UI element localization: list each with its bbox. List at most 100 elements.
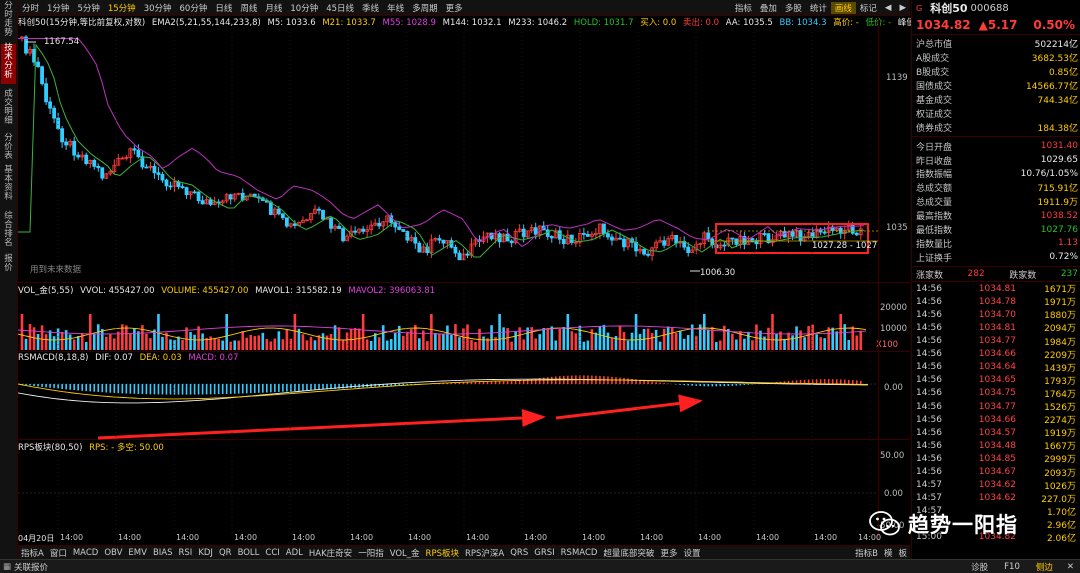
period-tab-active[interactable]: 15分钟 [104,2,140,14]
close-icon[interactable]: ✕ [1061,562,1080,572]
stock-tag: G [916,3,923,13]
tool-indicator[interactable]: 指标 [731,2,756,14]
volume-chart[interactable] [18,296,878,352]
ind-tab[interactable]: ADL [283,548,306,558]
candle-body [549,236,554,239]
candle-body [533,227,538,235]
tab-transactions[interactable]: 成交明细 [1,90,16,130]
period-tab[interactable]: 周线 [236,2,261,14]
status-link-quote[interactable]: 关联报价 [14,561,48,573]
template-tab[interactable]: 模 [881,547,896,559]
candle-body [413,237,418,244]
volume-bar [522,339,525,350]
period-tab[interactable]: 10分钟 [286,2,322,14]
tick-list[interactable]: 14:56 1034.81 1671万 14:56 1034.78 1971万 14:56 1… [912,282,1080,544]
ind-tab[interactable]: QR [216,548,235,558]
tick-time: 14:57 [916,493,942,504]
volume-bar [20,314,24,350]
tab-price-table[interactable]: 分价表 [1,134,16,164]
ind-tab[interactable]: RSMACD [558,548,601,558]
ind-tab[interactable]: HAK庄奇安 [306,547,355,559]
status-f10[interactable]: F10 [996,562,1028,572]
tool-overlay[interactable]: 叠加 [756,2,781,14]
ind-tab[interactable]: QRS [507,548,531,558]
period-tab[interactable]: 5分钟 [73,2,103,14]
tool-mark[interactable]: 标记 [856,2,881,14]
tab-technical[interactable]: 技术分析 [1,44,16,84]
ind-tab[interactable]: 指标A [18,547,47,559]
quote-panel: G 科创50 000688 1034.82 ▲5.17 0.50% 沪总市值 50… [911,0,1080,559]
volume-bar [277,331,281,350]
tick-time: 14:56 [916,388,942,399]
status-sidebar[interactable]: 侧边 [1028,561,1061,573]
macd-chart[interactable] [18,364,878,438]
status-diagnose[interactable]: 诊股 [963,561,996,573]
volume-bar [715,341,718,350]
vol-mavol2: MAVOL2: 396063.81 [348,286,436,296]
grid-icon[interactable]: ▦ [0,562,14,572]
period-tab[interactable]: 日线 [211,2,236,14]
ind-tab[interactable]: 超量底部突破 [600,547,657,559]
volume-bar [638,333,642,350]
volume-bar [674,333,678,350]
volume-bar [329,334,333,350]
board-tab[interactable]: 板 [895,547,910,559]
volume-bar [293,314,297,350]
tool-stats[interactable]: 统计 [806,2,831,14]
ind-tab[interactable]: GRSI [531,548,557,558]
candle-body [790,231,795,237]
chevron-left-icon[interactable]: ◀ [881,3,896,13]
ind-tab[interactable]: 一阳指 [355,547,387,559]
tool-multi[interactable]: 多股 [781,2,806,14]
ind-tab[interactable]: 更多 [657,547,680,559]
period-tab[interactable]: 年线 [383,2,408,14]
chevron-right-icon[interactable]: ▶ [895,3,910,13]
candlestick-chart[interactable] [18,28,878,280]
tab-ranking[interactable]: 综合排名 [1,212,16,252]
ind-tab[interactable]: OBV [101,548,125,558]
ind-tab[interactable]: KDJ [195,548,216,558]
ind-tab[interactable]: 设置 [680,547,703,559]
volume-bar [249,335,253,350]
period-tab[interactable]: 分时 [18,2,43,14]
ind-tab[interactable]: RPS沪深A [462,547,507,559]
period-tab[interactable]: 60分钟 [176,2,212,14]
app-window: 分时走势 技术分析 成交明细 分价表 基本资料 综合排名 报价 分时 1分钟 5… [0,0,1080,573]
volume-bar [209,336,212,350]
ind-tab-active[interactable]: RPS板块 [423,547,462,559]
volume-bar [598,325,602,350]
ind-tab[interactable]: BOLL [235,548,263,558]
candle-body [646,253,650,256]
ind-tab[interactable]: VOL_金 [387,547,423,559]
period-tab[interactable]: 30分钟 [140,2,176,14]
up-count: 282 [967,269,985,280]
tick-volume: 1671万 [1044,285,1076,296]
ind-tab[interactable]: RSI [176,548,196,558]
period-tab[interactable]: 45日线 [322,2,358,14]
ind-tab[interactable]: EMV [125,548,150,558]
ind-tab[interactable]: 窗口 [47,547,70,559]
ind-tab[interactable]: CCI [262,548,282,558]
ind-tab[interactable]: BIAS [150,548,176,558]
volume-bar [783,338,786,350]
ind-tab[interactable]: MACD [70,548,101,558]
tab-profile[interactable]: 基本资料 [1,166,16,206]
ind-tab-b[interactable]: 指标B [852,547,881,559]
volume-bar [237,340,241,350]
tab-timeshare[interactable]: 分时走势 [1,2,16,42]
tick-price: 1034.62 [978,493,1016,504]
tab-quote[interactable]: 报价 [1,255,16,275]
volume-bar [108,334,112,350]
period-tab[interactable]: 季线 [358,2,383,14]
period-tab[interactable]: 月线 [261,2,286,14]
time-label: 14:00 [350,533,374,542]
tick-volume: 1880万 [1044,311,1076,322]
volume-bar [454,324,457,350]
period-tab[interactable]: 多周期 [408,2,442,14]
volume-bar [337,327,341,350]
period-tab[interactable]: 更多 [442,2,467,14]
period-tab[interactable]: 1分钟 [43,2,73,14]
candle-body [152,165,157,174]
tool-draw[interactable]: 画线 [830,1,856,14]
volume-bar [650,332,654,350]
